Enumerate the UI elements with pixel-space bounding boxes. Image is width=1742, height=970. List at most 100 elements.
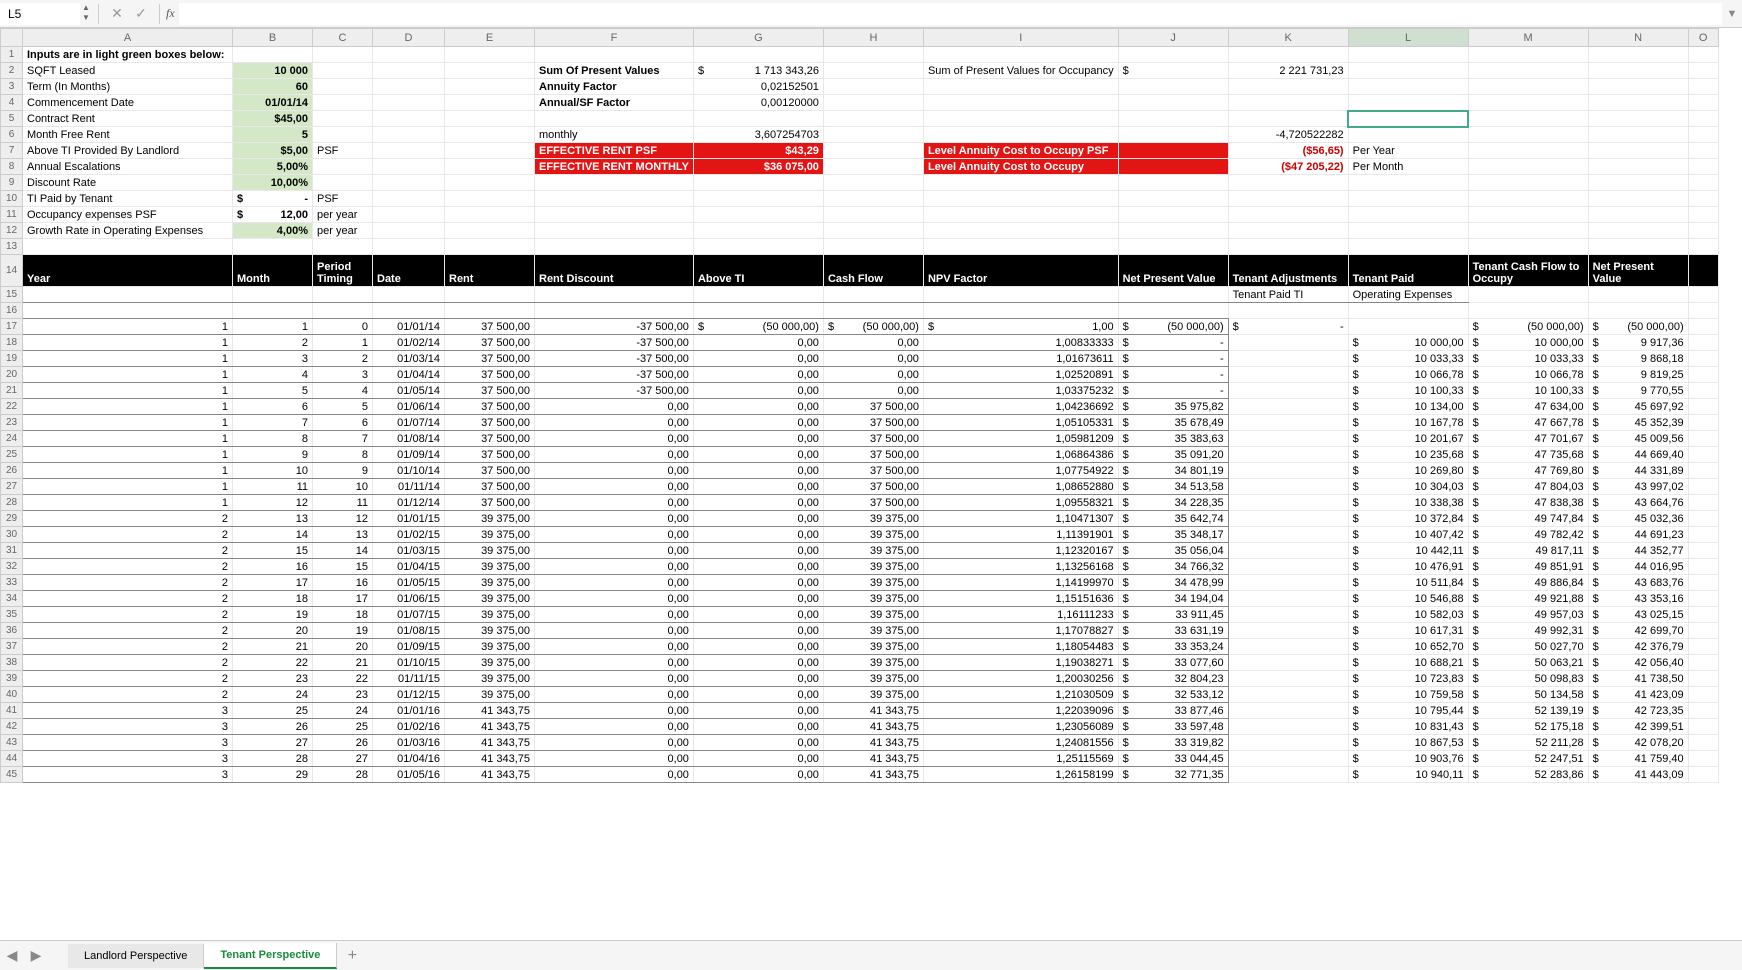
cell[interactable]: 2 bbox=[23, 655, 233, 671]
cell[interactable] bbox=[1228, 575, 1348, 591]
cell[interactable]: $33 044,45 bbox=[1118, 751, 1228, 767]
cell[interactable]: 0,00 bbox=[693, 447, 823, 463]
cell[interactable]: PSF bbox=[313, 191, 373, 207]
cell[interactable]: $(50 000,00) bbox=[1118, 319, 1228, 335]
cell[interactable] bbox=[1228, 655, 1348, 671]
cell[interactable]: 0,00 bbox=[693, 351, 823, 367]
cell[interactable]: $45 032,36 bbox=[1588, 511, 1688, 527]
cell[interactable]: 1,25115569 bbox=[923, 751, 1118, 767]
cell[interactable] bbox=[373, 63, 445, 79]
cell[interactable] bbox=[1228, 351, 1348, 367]
cell[interactable] bbox=[923, 303, 1118, 319]
cell[interactable]: 1,05981209 bbox=[923, 431, 1118, 447]
cell[interactable]: $10 235,68 bbox=[1348, 447, 1468, 463]
cell[interactable] bbox=[535, 239, 694, 255]
cell[interactable]: 0,00 bbox=[535, 623, 694, 639]
cell[interactable]: 39 375,00 bbox=[445, 639, 535, 655]
cell[interactable] bbox=[535, 47, 694, 63]
cell[interactable] bbox=[923, 111, 1118, 127]
cell[interactable]: 0,00 bbox=[823, 383, 923, 399]
cell[interactable]: 3 bbox=[23, 703, 233, 719]
cell[interactable]: 1,21030509 bbox=[923, 687, 1118, 703]
cell[interactable]: 01/04/15 bbox=[373, 559, 445, 575]
cell[interactable]: $49 782,42 bbox=[1468, 527, 1588, 543]
cell[interactable]: 01/08/14 bbox=[373, 431, 445, 447]
cell[interactable] bbox=[1228, 111, 1348, 127]
cell[interactable]: 1 bbox=[23, 463, 233, 479]
cell[interactable]: 1,10471307 bbox=[923, 511, 1118, 527]
cell[interactable]: $49 886,84 bbox=[1468, 575, 1588, 591]
cell[interactable] bbox=[445, 111, 535, 127]
cell[interactable]: 0,00 bbox=[535, 591, 694, 607]
row-header-42[interactable]: 42 bbox=[1, 719, 23, 735]
cell[interactable]: 1,08652880 bbox=[923, 479, 1118, 495]
cell[interactable]: $43 025,15 bbox=[1588, 607, 1688, 623]
cell[interactable] bbox=[1228, 607, 1348, 623]
cell[interactable]: 01/01/14 bbox=[233, 95, 313, 111]
cell[interactable]: Occupancy expenses PSF bbox=[23, 207, 233, 223]
cell[interactable]: $10 582,03 bbox=[1348, 607, 1468, 623]
cell[interactable] bbox=[445, 207, 535, 223]
cell[interactable]: 0,00 bbox=[535, 415, 694, 431]
cell[interactable]: 0,00 bbox=[693, 671, 823, 687]
cell[interactable] bbox=[313, 95, 373, 111]
cell[interactable]: 3 bbox=[23, 751, 233, 767]
cell[interactable]: 9 bbox=[233, 447, 313, 463]
row-header-18[interactable]: 18 bbox=[1, 335, 23, 351]
cell[interactable] bbox=[373, 191, 445, 207]
cell[interactable] bbox=[1588, 223, 1688, 239]
row-header-29[interactable]: 29 bbox=[1, 511, 23, 527]
cell[interactable] bbox=[1468, 143, 1588, 159]
cell[interactable] bbox=[1688, 575, 1718, 591]
cell[interactable] bbox=[373, 175, 445, 191]
cell[interactable] bbox=[445, 303, 535, 319]
cell[interactable]: $35 975,82 bbox=[1118, 399, 1228, 415]
cell[interactable] bbox=[1348, 95, 1468, 111]
select-all[interactable] bbox=[1, 29, 23, 47]
cell[interactable]: EFFECTIVE RENT PSF bbox=[535, 143, 694, 159]
row-header-14[interactable]: 14 bbox=[1, 255, 23, 287]
cell[interactable] bbox=[1688, 479, 1718, 495]
cell[interactable]: 39 375,00 bbox=[823, 671, 923, 687]
cell[interactable]: 15 bbox=[313, 559, 373, 575]
cell[interactable] bbox=[445, 63, 535, 79]
row-header-28[interactable]: 28 bbox=[1, 495, 23, 511]
cell[interactable]: $10 033,33 bbox=[1468, 351, 1588, 367]
cell[interactable]: 1 bbox=[23, 383, 233, 399]
cell[interactable]: $42 399,51 bbox=[1588, 719, 1688, 735]
cell[interactable] bbox=[823, 207, 923, 223]
cell[interactable]: Tenant Paid bbox=[1348, 255, 1468, 287]
row-header-9[interactable]: 9 bbox=[1, 175, 23, 191]
cell[interactable] bbox=[233, 239, 313, 255]
cell[interactable] bbox=[823, 63, 923, 79]
cell[interactable]: Per Year bbox=[1348, 143, 1468, 159]
cell[interactable] bbox=[1118, 79, 1228, 95]
cell[interactable]: Annuity Factor bbox=[535, 79, 694, 95]
cell[interactable] bbox=[1228, 703, 1348, 719]
cell[interactable]: $10 759,58 bbox=[1348, 687, 1468, 703]
cell[interactable]: 0,00 bbox=[535, 479, 694, 495]
cell[interactable] bbox=[1228, 591, 1348, 607]
cell[interactable] bbox=[313, 287, 373, 303]
col-header-A[interactable]: A bbox=[23, 29, 233, 47]
cell[interactable] bbox=[1228, 223, 1348, 239]
cell[interactable]: $33 319,82 bbox=[1118, 735, 1228, 751]
cell[interactable]: 1,23056089 bbox=[923, 719, 1118, 735]
cell[interactable] bbox=[1688, 447, 1718, 463]
cell[interactable] bbox=[1688, 719, 1718, 735]
cell[interactable]: 39 375,00 bbox=[823, 655, 923, 671]
cell[interactable]: Rent bbox=[445, 255, 535, 287]
cell[interactable]: 0,00 bbox=[693, 383, 823, 399]
row-header-8[interactable]: 8 bbox=[1, 159, 23, 175]
cell[interactable]: -37 500,00 bbox=[535, 319, 694, 335]
cell[interactable] bbox=[445, 95, 535, 111]
cell[interactable] bbox=[313, 303, 373, 319]
row-header-40[interactable]: 40 bbox=[1, 687, 23, 703]
cell[interactable] bbox=[923, 223, 1118, 239]
cell[interactable]: 37 500,00 bbox=[823, 431, 923, 447]
row-header-17[interactable]: 17 bbox=[1, 319, 23, 335]
cell[interactable] bbox=[373, 223, 445, 239]
cell[interactable]: 41 343,75 bbox=[445, 751, 535, 767]
cell[interactable] bbox=[1688, 319, 1718, 335]
cell[interactable] bbox=[1348, 79, 1468, 95]
